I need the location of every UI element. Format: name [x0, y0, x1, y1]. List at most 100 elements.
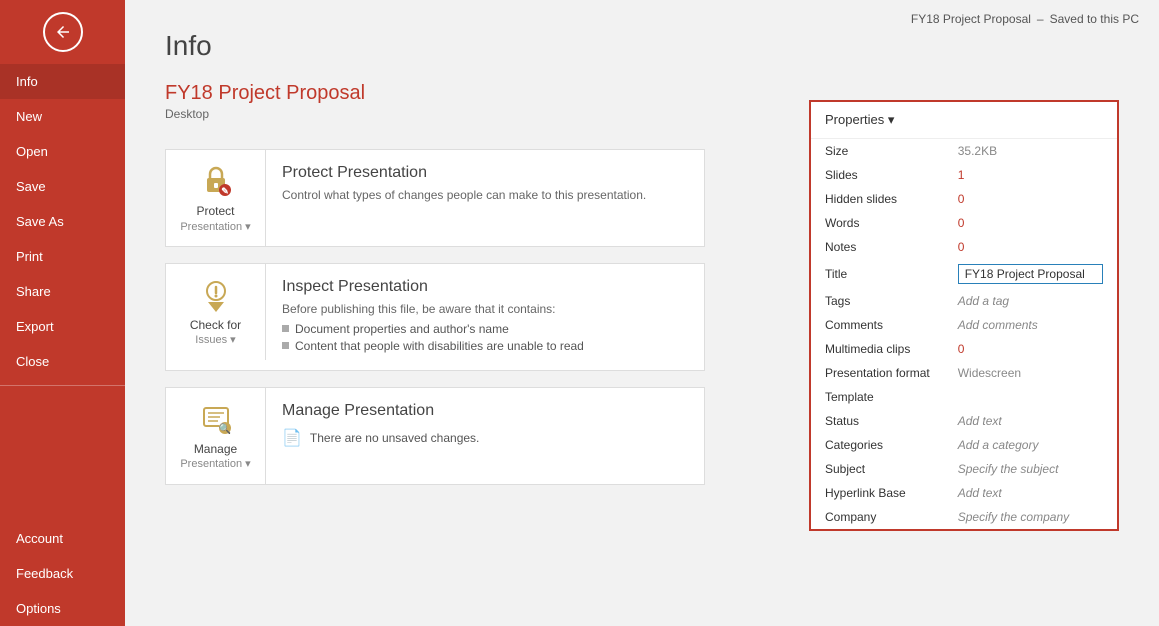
- manage-text: Manage Presentation 📄 There are no unsav…: [266, 388, 704, 462]
- properties-panel: Properties ▾ Size35.2KBSlides1Hidden sli…: [809, 100, 1119, 531]
- manage-note: 📄 There are no unsaved changes.: [282, 428, 688, 448]
- check-icon-box[interactable]: Check forIssues ▾: [166, 264, 266, 360]
- sidebar-item-export[interactable]: Export: [0, 309, 125, 344]
- topbar: FY18 Project Proposal – Saved to this PC: [891, 0, 1159, 38]
- sidebar-item-new[interactable]: New: [0, 99, 125, 134]
- props-row: StatusAdd text: [811, 409, 1117, 433]
- props-row: Template: [811, 385, 1117, 409]
- protect-icon-box[interactable]: ✎ ProtectPresentation ▾: [166, 150, 266, 246]
- check-bullets: Document properties and author's name Co…: [282, 322, 688, 353]
- properties-header[interactable]: Properties ▾: [811, 102, 1117, 139]
- props-value[interactable]: Add a category: [944, 433, 1117, 457]
- bullet-item-2: Content that people with disabilities ar…: [282, 339, 688, 353]
- sidebar-item-close[interactable]: Close: [0, 344, 125, 379]
- protect-desc: Control what types of changes people can…: [282, 188, 688, 202]
- props-value: 0: [944, 337, 1117, 361]
- page-title: Info: [165, 30, 779, 62]
- props-row: Presentation formatWidescreen: [811, 361, 1117, 385]
- props-label: Presentation format: [811, 361, 944, 385]
- props-value[interactable]: [944, 259, 1117, 289]
- props-label: Categories: [811, 433, 944, 457]
- properties-title: Properties ▾: [825, 112, 894, 128]
- props-label: Status: [811, 409, 944, 433]
- props-value: 0: [944, 187, 1117, 211]
- props-row: SubjectSpecify the subject: [811, 457, 1117, 481]
- props-value[interactable]: Add a tag: [944, 289, 1117, 313]
- props-value: 1: [944, 163, 1117, 187]
- lock-icon: ✎: [198, 162, 234, 198]
- note-icon: 📄: [282, 428, 302, 448]
- main-content: FY18 Project Proposal – Saved to this PC…: [125, 0, 1159, 626]
- file-name: FY18 Project Proposal: [165, 82, 779, 105]
- back-button[interactable]: [43, 12, 83, 52]
- sidebar: Info New Open Save Save As Print Share E…: [0, 0, 125, 626]
- sidebar-item-saveas[interactable]: Save As: [0, 204, 125, 239]
- content-area: Info FY18 Project Proposal Desktop ✎ Pro…: [125, 0, 1159, 561]
- check-text: Inspect Presentation Before publishing t…: [266, 264, 704, 370]
- sidebar-item-account[interactable]: Account: [0, 521, 125, 556]
- props-label: Company: [811, 505, 944, 529]
- props-label: Subject: [811, 457, 944, 481]
- props-row: Hidden slides0: [811, 187, 1117, 211]
- protect-heading: Protect Presentation: [282, 164, 688, 182]
- props-row: CompanySpecify the company: [811, 505, 1117, 529]
- sidebar-item-print[interactable]: Print: [0, 239, 125, 274]
- props-label: Size: [811, 139, 944, 163]
- title-input[interactable]: [958, 264, 1103, 284]
- props-label: Multimedia clips: [811, 337, 944, 361]
- props-label: Template: [811, 385, 944, 409]
- manage-heading: Manage Presentation: [282, 402, 688, 420]
- check-section: Check forIssues ▾ Inspect Presentation B…: [165, 263, 705, 371]
- sidebar-item-share[interactable]: Share: [0, 274, 125, 309]
- props-label: Tags: [811, 289, 944, 313]
- svg-text:✎: ✎: [221, 186, 229, 196]
- protect-section: ✎ ProtectPresentation ▾ Protect Presenta…: [165, 149, 705, 247]
- props-row: Hyperlink BaseAdd text: [811, 481, 1117, 505]
- check-desc: Before publishing this file, be aware th…: [282, 302, 688, 316]
- props-value[interactable]: Add text: [944, 409, 1117, 433]
- check-heading: Inspect Presentation: [282, 278, 688, 296]
- protect-text: Protect Presentation Control what types …: [266, 150, 704, 220]
- protect-label: ProtectPresentation ▾: [180, 204, 250, 234]
- sidebar-item-options[interactable]: Options: [0, 591, 125, 626]
- props-row: Words0: [811, 211, 1117, 235]
- props-value: 35.2KB: [944, 139, 1117, 163]
- props-label: Slides: [811, 163, 944, 187]
- props-value: 0: [944, 211, 1117, 235]
- props-value[interactable]: Add comments: [944, 313, 1117, 337]
- props-value: [944, 385, 1117, 409]
- check-icon: [198, 276, 234, 312]
- manage-icon: 🔍: [198, 400, 234, 436]
- props-value: Widescreen: [944, 361, 1117, 385]
- file-location: Desktop: [165, 107, 779, 121]
- props-label: Words: [811, 211, 944, 235]
- props-row: Title: [811, 259, 1117, 289]
- sidebar-item-info[interactable]: Info: [0, 64, 125, 99]
- properties-table: Size35.2KBSlides1Hidden slides0Words0Not…: [811, 139, 1117, 529]
- svg-text:🔍: 🔍: [218, 422, 230, 435]
- sidebar-item-save[interactable]: Save: [0, 169, 125, 204]
- props-label: Title: [811, 259, 944, 289]
- left-panel: Info FY18 Project Proposal Desktop ✎ Pro…: [165, 30, 779, 531]
- props-value: 0: [944, 235, 1117, 259]
- props-label: Hidden slides: [811, 187, 944, 211]
- sidebar-item-feedback[interactable]: Feedback: [0, 556, 125, 591]
- props-value[interactable]: Specify the subject: [944, 457, 1117, 481]
- check-label: Check forIssues ▾: [190, 318, 241, 348]
- sidebar-bottom: Account Feedback Options: [0, 521, 125, 626]
- props-row: Multimedia clips0: [811, 337, 1117, 361]
- topbar-filename: FY18 Project Proposal: [911, 12, 1031, 26]
- props-row: CommentsAdd comments: [811, 313, 1117, 337]
- props-label: Hyperlink Base: [811, 481, 944, 505]
- sidebar-item-open[interactable]: Open: [0, 134, 125, 169]
- props-value[interactable]: Add text: [944, 481, 1117, 505]
- sidebar-divider: [0, 385, 125, 386]
- props-label: Comments: [811, 313, 944, 337]
- manage-icon-box[interactable]: 🔍 ManagePresentation ▾: [166, 388, 266, 484]
- topbar-saved-status: Saved to this PC: [1050, 12, 1139, 26]
- manage-section: 🔍 ManagePresentation ▾ Manage Presentati…: [165, 387, 705, 485]
- props-value[interactable]: Specify the company: [944, 505, 1117, 529]
- manage-label: ManagePresentation ▾: [180, 442, 250, 472]
- sidebar-nav: Info New Open Save Save As Print Share E…: [0, 64, 125, 626]
- topbar-separator: –: [1037, 12, 1044, 26]
